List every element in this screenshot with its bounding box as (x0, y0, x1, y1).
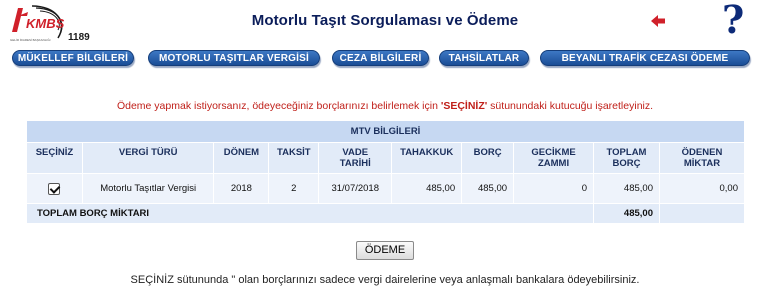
nav-beyanli-trafik-cezasi-odeme[interactable]: BEYANLI TRAFİK CEZASI ÖDEME (540, 50, 750, 66)
cell-vade-tarihi: 31/07/2018 (318, 173, 393, 204)
total-empty-cell (658, 203, 746, 224)
nav-ceza-bilgileri[interactable]: CEZA BİLGİLERİ (332, 50, 429, 66)
pay-button[interactable]: ÖDEME (356, 241, 414, 260)
col-header-donem: DÖNEM (213, 142, 270, 174)
notice-highlight: 'SEÇİNİZ' (440, 100, 488, 112)
cell-toplam-borc: 485,00 (593, 173, 660, 204)
col-header-borc: BORÇ (461, 142, 515, 174)
cell-odenen-miktar: 0,00 (658, 173, 746, 204)
col-header-taksit: TAKSİT (268, 142, 320, 174)
logo-number: 1189 (68, 32, 90, 43)
col-header-toplam-borc: TOPLAM BORÇ (593, 142, 660, 174)
notice-text-before: Ödeme yapmak istiyorsanız, ödeyeceğiniz … (116, 100, 441, 112)
table-caption: MTV BİLGİLERİ (26, 120, 745, 143)
nav-mukellef-bilgileri[interactable]: MÜKELLEF BİLGİLERİ (12, 50, 134, 66)
select-checkbox[interactable] (48, 182, 61, 195)
cell-tahakkuk: 485,00 (391, 173, 463, 204)
notice-text-after: sütunundaki kutucuğu işaretleyiniz. (487, 100, 654, 112)
col-header-vergi-turu: VERGİ TÜRÜ (81, 142, 215, 174)
col-header-seciniz: SEÇİNİZ (26, 142, 83, 174)
col-header-odenen-miktar: ÖDENEN MİKTAR (658, 142, 746, 174)
cell-borc: 485,00 (461, 173, 515, 204)
select-cell (26, 173, 83, 204)
total-row: TOPLAM BORÇ MİKTARI 485,00 (25, 203, 746, 224)
selection-instruction: Ödeme yapmak istiyorsanız, ödeyeceğiniz … (0, 100, 770, 112)
help-icon[interactable]: ? (722, 0, 744, 40)
cell-taksit: 2 (268, 173, 320, 204)
total-value: 485,00 (593, 203, 660, 224)
mtv-table: MTV BİLGİLERİ SEÇİNİZ VERGİ TÜRÜ DÖNEM T… (25, 120, 746, 224)
cell-gecikme-zammi: 0 (513, 173, 595, 204)
col-header-tahakkuk: TAHAKKUK (391, 142, 463, 174)
logo-tagline: GELİR İDARESİ BAŞKANLIĞI (10, 37, 51, 42)
col-header-vade-tarihi: VADE TARİHİ (318, 142, 393, 174)
nav-motorlu-tasitlar-vergisi[interactable]: MOTORLU TAŞITLAR VERGİSİ (148, 50, 320, 66)
col-header-gecikme-zammi: GECİKME ZAMMI (513, 142, 595, 174)
total-label: TOPLAM BORÇ MİKTARI (25, 203, 595, 224)
cell-vergi-turu: Motorlu Taşıtlar Vergisi (81, 173, 215, 204)
footnote: SEÇİNİZ sütununda " olan borçlarınızı sa… (130, 274, 640, 286)
back-arrow-icon[interactable] (650, 14, 666, 28)
cell-donem: 2018 (213, 173, 270, 204)
table-row: Motorlu Taşıtlar Vergisi 2018 2 31/07/20… (26, 173, 746, 204)
nav-tahsilatlar[interactable]: TAHSİLATLAR (439, 50, 529, 66)
